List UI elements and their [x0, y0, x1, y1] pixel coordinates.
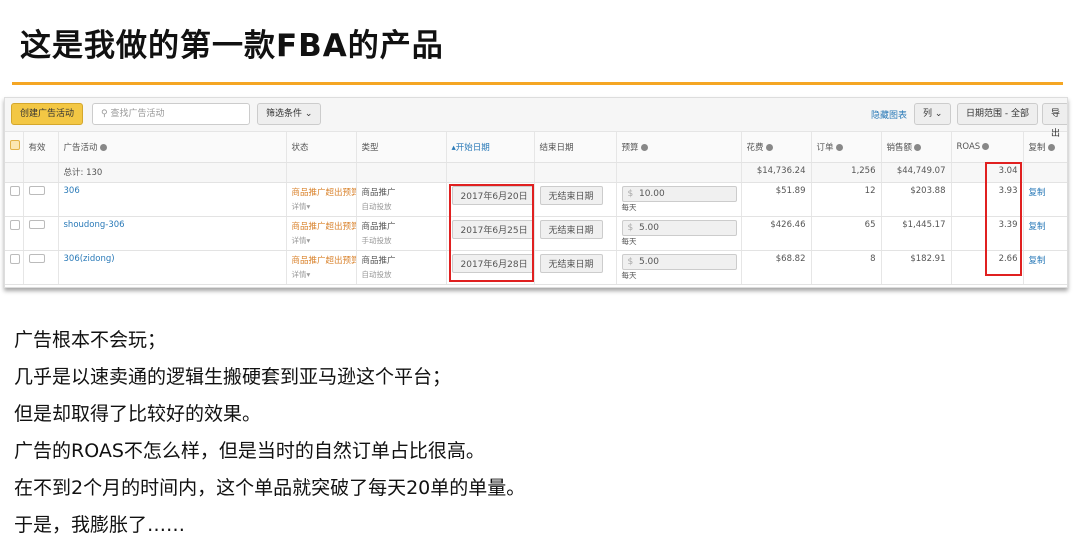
total-row: 总计: 130 $14,736.24 1,256 $44,749.07 3.04	[5, 162, 1067, 183]
campaign-manager-screenshot: 创建广告活动 ⚲ 查找广告活动 筛选条件 ⌄ 隐藏图表 列 ⌄ 日期范围 - 全…	[4, 97, 1068, 288]
orders: 12	[811, 182, 882, 217]
copy-link[interactable]: 复制	[1023, 250, 1067, 285]
info-icon	[982, 142, 990, 150]
end-date-field[interactable]: 无结束日期	[539, 185, 603, 205]
col-sales[interactable]: 销售额	[881, 132, 952, 163]
filter-button[interactable]: 筛选条件 ⌄	[257, 103, 322, 125]
date-range-button[interactable]: 日期范围 - 全部	[957, 103, 1038, 125]
targeting-type: 手动投放	[361, 235, 392, 245]
active-toggle[interactable]	[28, 185, 45, 195]
col-active: 有效	[23, 132, 59, 163]
budget-value: 10.00	[638, 188, 665, 199]
budget-period: 每天	[621, 202, 637, 212]
budget-value: 5.00	[638, 222, 660, 233]
spend: $426.46	[741, 216, 812, 251]
export-button[interactable]: 导出	[1042, 103, 1067, 139]
budget-period: 每天	[621, 270, 637, 280]
active-toggle[interactable]	[28, 219, 45, 229]
col-copy: 复制	[1023, 132, 1067, 163]
spend: $51.89	[741, 182, 812, 217]
search-placeholder: 查找广告活动	[110, 109, 165, 119]
details-dropdown[interactable]: 详情▾	[292, 269, 351, 280]
campaign-table: 有效 广告活动 状态 类型 ▴开始日期 结束日期 预算 花费 订单 销售额 RO…	[5, 132, 1067, 285]
col-start-date[interactable]: ▴开始日期	[446, 132, 535, 163]
sales: $182.91	[881, 250, 952, 285]
spend: $68.82	[741, 250, 812, 285]
search-input[interactable]: ⚲ 查找广告活动	[92, 103, 250, 125]
budget-value: 5.00	[638, 256, 660, 267]
budget-input[interactable]: $ 10.00	[621, 185, 737, 202]
row-checkbox[interactable]	[10, 253, 20, 264]
row-checkbox[interactable]	[10, 185, 20, 196]
campaign-type: 商品推广	[361, 255, 396, 266]
campaign-name-link[interactable]: 306	[58, 182, 287, 217]
create-campaign-button[interactable]: 创建广告活动	[11, 103, 84, 125]
columns-button[interactable]: 列 ⌄	[914, 103, 952, 125]
total-orders: 1,256	[811, 162, 882, 183]
copy-link[interactable]: 复制	[1023, 182, 1067, 217]
sales: $203.88	[881, 182, 952, 217]
roas-highlight	[985, 162, 1022, 276]
col-end-date[interactable]: 结束日期	[534, 132, 617, 163]
table-row: 306 商品推广超出预算 详情▾ 商品推广 自动投放 2017年6月20日 无结束日…	[5, 182, 1067, 217]
col-roas[interactable]: ROAS	[951, 132, 1024, 163]
currency-symbol: $	[627, 222, 634, 233]
select-all-checkbox[interactable]	[10, 140, 20, 151]
info-icon	[640, 143, 648, 151]
campaign-name-link[interactable]: 306(zidong)	[58, 250, 287, 285]
campaign-name-link[interactable]: shoudong-306	[58, 216, 287, 251]
col-type[interactable]: 类型	[356, 132, 447, 163]
title-divider	[12, 82, 1063, 85]
commentary: 广告根本不会玩； 几乎是以速卖通的逻辑生搬硬套到亚马逊这个平台； 但是却取得了比…	[14, 322, 525, 544]
budget-input[interactable]: $ 5.00	[621, 219, 737, 236]
header-row: 有效 广告活动 状态 类型 ▴开始日期 结束日期 预算 花费 订单 销售额 RO…	[5, 132, 1067, 163]
table-row: shoudong-306 商品推广超出预算 详情▾ 商品推广 手动投放 2017年6…	[5, 216, 1067, 251]
total-sales: $44,749.07	[881, 162, 952, 183]
currency-symbol: $	[627, 256, 634, 267]
copy-link[interactable]: 复制	[1023, 216, 1067, 251]
commentary-line: 在不到2个月的时间内，这个单品就突破了每天20单的单量。	[14, 477, 526, 499]
col-campaign[interactable]: 广告活动	[58, 132, 287, 163]
sales: $1,445.17	[881, 216, 952, 251]
targeting-type: 自动投放	[361, 269, 392, 279]
info-icon	[914, 143, 922, 151]
commentary-line: 广告的ROAS不怎么样，但是当时的自然订单占比很高。	[14, 440, 485, 462]
info-icon	[835, 143, 843, 151]
table-row: 306(zidong) 商品推广超出预算 详情▾ 商品推广 自动投放 2017年6月…	[5, 250, 1067, 285]
campaign-type: 商品推广	[361, 187, 396, 198]
details-dropdown[interactable]: 详情▾	[292, 201, 351, 212]
targeting-type: 自动投放	[361, 201, 392, 211]
currency-symbol: $	[627, 188, 634, 199]
col-budget[interactable]: 预算	[616, 132, 742, 163]
status-text: 商品推广超出预算	[291, 221, 356, 232]
info-icon	[99, 143, 107, 151]
budget-input[interactable]: $ 5.00	[621, 253, 737, 270]
campaign-type: 商品推广	[361, 221, 396, 232]
info-icon	[1047, 143, 1055, 151]
commentary-line: 但是却取得了比较好的效果。	[14, 403, 262, 425]
hide-chart-link[interactable]: 隐藏图表	[871, 108, 907, 121]
details-dropdown[interactable]: 详情▾	[292, 235, 351, 246]
toolbar: 创建广告活动 ⚲ 查找广告活动 筛选条件 ⌄ 隐藏图表 列 ⌄ 日期范围 - 全…	[5, 98, 1067, 139]
info-icon	[765, 143, 773, 151]
orders: 8	[811, 250, 882, 285]
row-checkbox[interactable]	[10, 219, 20, 230]
status-text: 商品推广超出预算	[291, 187, 356, 198]
col-status[interactable]: 状态	[286, 132, 357, 163]
end-date-field[interactable]: 无结束日期	[539, 253, 603, 273]
orders: 65	[811, 216, 882, 251]
end-date-field[interactable]: 无结束日期	[539, 219, 603, 239]
page-title: 这是我做的第一款FBA的产品	[20, 28, 444, 64]
total-spend: $14,736.24	[741, 162, 812, 183]
start-date-highlight	[449, 184, 534, 282]
commentary-line: 广告根本不会玩；	[14, 329, 167, 351]
active-toggle[interactable]	[28, 253, 45, 263]
commentary-line: 于是，我膨胀了……	[14, 514, 186, 536]
budget-period: 每天	[621, 236, 637, 246]
status-text: 商品推广超出预算	[291, 255, 356, 266]
col-spend[interactable]: 花费	[741, 132, 812, 163]
total-label: 总计: 130	[58, 162, 287, 183]
col-orders[interactable]: 订单	[811, 132, 882, 163]
commentary-line: 几乎是以速卖通的逻辑生搬硬套到亚马逊这个平台；	[14, 366, 452, 388]
